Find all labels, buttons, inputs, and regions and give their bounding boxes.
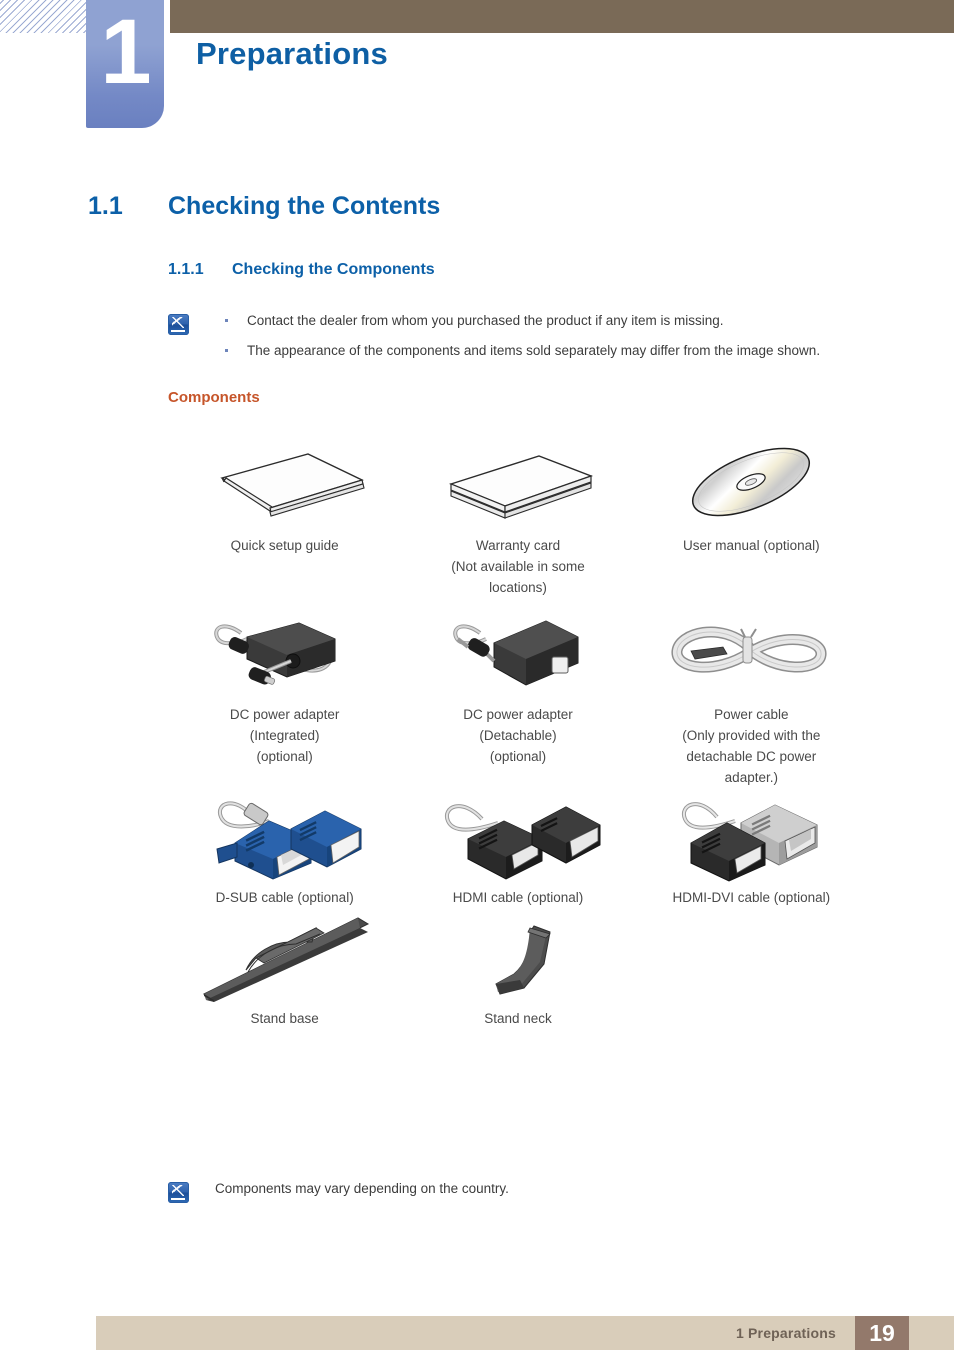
component-item-empty bbox=[635, 909, 868, 1030]
footer-page-number: 19 bbox=[855, 1316, 909, 1350]
caption-line: User manual (optional) bbox=[683, 538, 820, 553]
caption-line: DC power adapter bbox=[463, 706, 573, 722]
page-footer: 1 Preparations 19 bbox=[96, 1305, 954, 1350]
component-item: D-SUB cable (optional) bbox=[168, 788, 401, 909]
component-caption: D-SUB cable (optional) bbox=[216, 888, 354, 909]
cd-disc-icon bbox=[641, 430, 862, 530]
component-item: Stand neck bbox=[401, 909, 634, 1030]
caption-line: locations) bbox=[489, 579, 547, 595]
chapter-header: 1 Preparations bbox=[0, 0, 954, 140]
caption-line: HDMI cable (optional) bbox=[452, 890, 584, 906]
note-box-top: Contact the dealer from whom you purchas… bbox=[168, 312, 908, 372]
component-item: Stand base bbox=[168, 909, 401, 1030]
component-caption: Quick setup guide bbox=[231, 536, 339, 557]
component-caption: DC power adapter (Detachable) (optional) bbox=[463, 705, 573, 768]
component-caption: Power cable (Only provided with the deta… bbox=[682, 705, 820, 789]
note-pencil-icon bbox=[168, 1182, 189, 1203]
component-caption: Warranty card (Not available in some loc… bbox=[451, 536, 585, 599]
caption-line: (Integrated) bbox=[249, 727, 320, 743]
empty-slot bbox=[641, 909, 862, 1003]
stand-base-icon bbox=[174, 909, 395, 1003]
caption-line: (optional) bbox=[256, 748, 313, 764]
components-row: D-SUB cable (optional) HDMI cable (optio… bbox=[168, 788, 868, 909]
component-item: HDMI-DVI cable (optional) bbox=[635, 788, 868, 909]
component-caption: DC power adapter (Integrated) (optional) bbox=[230, 705, 340, 768]
caption-line: (optional) bbox=[489, 748, 547, 764]
booklet-icon bbox=[174, 430, 395, 530]
subsection-number: 1.1.1 bbox=[168, 261, 204, 278]
caption-line: Quick setup guide bbox=[230, 538, 339, 553]
header-brown-bar bbox=[170, 0, 954, 33]
hdmi-cable-icon bbox=[407, 788, 628, 882]
caption-line: Power cable bbox=[714, 706, 789, 722]
component-item: Warranty card (Not available in some loc… bbox=[401, 430, 634, 599]
components-row: Quick setup guide Warranty card (Not ava… bbox=[168, 430, 868, 599]
dc-adapter-detachable-icon bbox=[407, 599, 628, 699]
section-heading: 1.1 Checking the Contents bbox=[88, 192, 440, 221]
card-stack-icon bbox=[407, 430, 628, 530]
stand-neck-icon bbox=[407, 909, 628, 1003]
components-row: DC power adapter (Integrated) (optional) bbox=[168, 599, 868, 789]
footer-chapter-label: 1 Preparations bbox=[735, 1325, 836, 1341]
component-item: Quick setup guide bbox=[168, 430, 401, 599]
note-pencil-icon bbox=[168, 314, 189, 335]
dc-adapter-integrated-icon bbox=[174, 599, 395, 699]
component-caption: Stand base bbox=[251, 1009, 319, 1030]
components-grid: Quick setup guide Warranty card (Not ava… bbox=[168, 430, 868, 1030]
note-text: Components may vary depending on the cou… bbox=[215, 1181, 509, 1196]
hdmi-dvi-cable-icon bbox=[641, 788, 862, 883]
caption-line: (Not available in some bbox=[451, 558, 585, 574]
component-caption: HDMI-DVI cable (optional) bbox=[673, 888, 831, 909]
subsection-title: Checking the Components bbox=[232, 261, 435, 278]
component-item: DC power adapter (Integrated) (optional) bbox=[168, 599, 401, 789]
component-caption: User manual (optional) bbox=[683, 536, 820, 557]
caption-line: adapter.) bbox=[724, 769, 778, 785]
section-title: Checking the Contents bbox=[168, 192, 441, 220]
components-row: Stand base Stand neck bbox=[168, 909, 868, 1030]
note-bullet-list: Contact the dealer from whom you purchas… bbox=[189, 312, 820, 372]
caption-line: (Detachable) bbox=[479, 727, 557, 743]
component-caption: Stand neck bbox=[484, 1009, 552, 1030]
caption-line: detachable DC power bbox=[686, 748, 817, 764]
note-bullet: Contact the dealer from whom you purchas… bbox=[224, 312, 820, 330]
component-caption: HDMI cable (optional) bbox=[453, 888, 584, 909]
component-item: User manual (optional) bbox=[635, 430, 868, 599]
note-box-bottom: Components may vary depending on the cou… bbox=[168, 1180, 868, 1203]
chapter-number-tab: 1 bbox=[86, 0, 164, 128]
chapter-title: Preparations bbox=[196, 36, 388, 71]
chapter-number: 1 bbox=[100, 1, 151, 103]
components-label: Components bbox=[168, 389, 260, 406]
caption-line: (Only provided with the bbox=[682, 727, 821, 743]
dsub-cable-icon bbox=[174, 788, 395, 882]
subsection-heading: 1.1.1 Checking the Components bbox=[168, 261, 435, 279]
caption-line: Stand neck bbox=[484, 1011, 552, 1027]
note-bullet: The appearance of the components and ite… bbox=[224, 342, 820, 360]
caption-line: Stand base bbox=[250, 1011, 319, 1027]
section-number: 1.1 bbox=[88, 192, 123, 220]
component-item: DC power adapter (Detachable) (optional) bbox=[401, 599, 634, 789]
caption-line: Warranty card bbox=[475, 538, 561, 553]
component-item: Power cable (Only provided with the deta… bbox=[635, 599, 868, 789]
component-item: HDMI cable (optional) bbox=[401, 788, 634, 909]
power-cable-icon bbox=[641, 599, 862, 699]
caption-line: D-SUB cable (optional) bbox=[215, 890, 354, 906]
caption-line: DC power adapter bbox=[229, 706, 340, 722]
caption-line: HDMI-DVI cable (optional) bbox=[672, 890, 831, 906]
